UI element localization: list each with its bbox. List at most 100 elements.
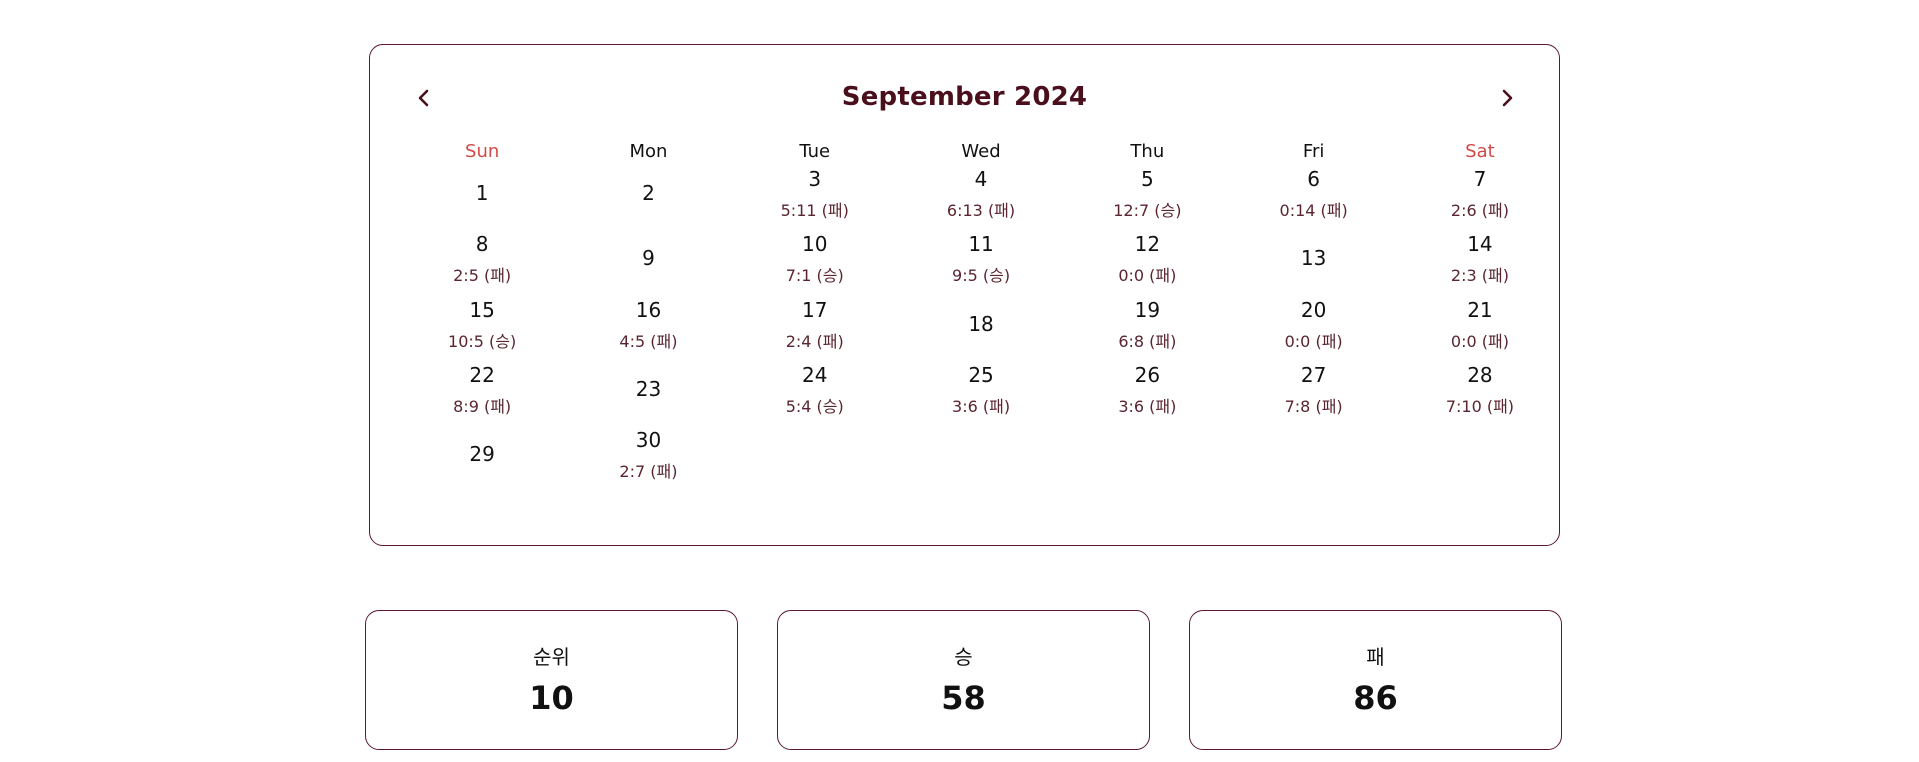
day-number: 17: [802, 297, 828, 322]
calendar-day-cell[interactable]: 2: [565, 161, 731, 226]
day-number: 18: [968, 311, 994, 336]
game-score: 6:8 (패): [1118, 331, 1177, 351]
day-number: 1: [475, 181, 489, 205]
calendar-day-cell[interactable]: 23: [565, 357, 731, 422]
day-number: 8: [475, 232, 489, 257]
game-score: 12:7 (승): [1113, 201, 1182, 220]
day-number: 14: [1467, 232, 1493, 257]
game-score: 10:5 (승): [448, 331, 517, 351]
calendar-day-cell[interactable]: 30 2:7 (패): [565, 422, 731, 487]
day-number: 15: [469, 297, 495, 322]
day-number: 3: [808, 167, 822, 191]
month-title: September 2024: [841, 82, 1088, 112]
game-score: 3:6 (패): [952, 396, 1011, 416]
weekday-wed: Wed: [961, 141, 1001, 162]
day-number: 9: [642, 246, 655, 271]
day-number: 27: [1300, 362, 1327, 387]
game-score: 5:11 (패): [780, 201, 849, 220]
calendar-day-cell[interactable]: 13: [1230, 226, 1396, 291]
day-number: 6: [1307, 167, 1320, 191]
day-number: 16: [635, 297, 662, 322]
calendar-day-cell[interactable]: 21 0:0 (패): [1397, 292, 1563, 357]
day-number: 29: [469, 442, 495, 467]
day-number: 24: [802, 362, 828, 387]
calendar-day-cell[interactable]: 6 0:14 (패): [1230, 161, 1396, 226]
game-score: 3:6 (패): [1118, 396, 1177, 416]
wins-label: 승: [954, 645, 973, 669]
chevron-right-icon: [1492, 83, 1522, 113]
calendar-day-cell[interactable]: 26 3:6 (패): [1064, 357, 1230, 422]
game-score: 2:4 (패): [785, 331, 844, 351]
day-number: 25: [968, 362, 994, 387]
day-number: 30: [635, 428, 662, 453]
calendar-day-cell[interactable]: 14 2:3 (패): [1397, 226, 1563, 291]
next-month-button[interactable]: [1492, 83, 1522, 113]
game-score: 7:1 (승): [785, 266, 844, 286]
game-score: 4:5 (패): [619, 331, 678, 351]
day-number: 23: [635, 376, 662, 401]
day-number: 11: [968, 232, 994, 257]
game-score: 5:4 (승): [785, 396, 844, 416]
rank-value: 10: [529, 679, 574, 717]
day-number: 19: [1134, 297, 1161, 322]
losses-label: 패: [1366, 645, 1385, 669]
weekday-fri: Fri: [1302, 141, 1325, 162]
calendar-day-cell[interactable]: 5 12:7 (승): [1064, 161, 1230, 226]
game-score: 0:0 (패): [1118, 266, 1177, 286]
calendar-day-cell[interactable]: 10 7:1 (승): [732, 226, 898, 291]
calendar-day-cell[interactable]: 4 6:13 (패): [898, 161, 1064, 226]
day-number: 5: [1140, 167, 1154, 191]
calendar-header: September 2024: [370, 45, 1559, 135]
calendar-day-cell[interactable]: 8 2:5 (패): [399, 226, 565, 291]
game-score: 6:13 (패): [946, 201, 1016, 220]
calendar-day-cell[interactable]: 28 7:10 (패): [1397, 357, 1563, 422]
calendar-day-cell[interactable]: 17 2:4 (패): [732, 292, 898, 357]
wins-value: 58: [941, 679, 986, 717]
day-number: 7: [1473, 167, 1487, 191]
calendar-day-cell[interactable]: 18: [898, 292, 1064, 357]
calendar-day-cell[interactable]: 27 7:8 (패): [1230, 357, 1396, 422]
game-score: 8:9 (패): [453, 396, 512, 416]
calendar-day-cell[interactable]: 7 2:6 (패): [1397, 161, 1563, 226]
game-score: 0:14 (패): [1279, 201, 1348, 220]
losses-value: 86: [1353, 679, 1398, 717]
rank-label: 순위: [533, 645, 570, 669]
day-number: 4: [974, 167, 988, 191]
calendar-day-cell[interactable]: 9: [565, 226, 731, 291]
game-score: 0:0 (패): [1450, 331, 1509, 351]
day-number: 21: [1467, 297, 1493, 322]
game-score: 7:10 (패): [1445, 396, 1515, 416]
game-score: 2:5 (패): [453, 266, 512, 286]
weekday-header-row: Sun Mon Tue Wed Thu Fri Sat: [399, 141, 1563, 162]
calendar-day-cell[interactable]: 29: [399, 422, 565, 487]
day-number: 13: [1300, 246, 1327, 271]
day-number: 2: [642, 181, 655, 205]
weekday-thu: Thu: [1130, 141, 1165, 162]
calendar: September 2024 Sun Mon Tue Wed Thu Fri S…: [369, 44, 1560, 546]
day-number: 22: [469, 362, 495, 387]
game-score: 2:6 (패): [1450, 201, 1509, 220]
weekday-mon: Mon: [629, 141, 668, 162]
wins-card: 승 58: [777, 610, 1150, 750]
day-number: 26: [1134, 362, 1161, 387]
game-score: 2:7 (패): [619, 462, 678, 482]
calendar-day-grid: 1 2 3 5:11 (패) 4 6:13 (패) 5 12:7 (승) 6 0:14 (패) 7 2…: [399, 161, 1563, 487]
weekday-tue: Tue: [799, 141, 831, 162]
calendar-day-cell[interactable]: 20 0:0 (패): [1230, 292, 1396, 357]
game-score: 0:0 (패): [1284, 331, 1343, 351]
rank-card: 순위 10: [365, 610, 738, 750]
calendar-day-cell[interactable]: 3 5:11 (패): [732, 161, 898, 226]
calendar-day-cell[interactable]: 19 6:8 (패): [1064, 292, 1230, 357]
game-score: 9:5 (승): [952, 266, 1011, 286]
day-number: 10: [802, 232, 828, 257]
calendar-day-cell[interactable]: 11 9:5 (승): [898, 226, 1064, 291]
calendar-day-cell[interactable]: 25 3:6 (패): [898, 357, 1064, 422]
day-number: 28: [1467, 362, 1493, 387]
calendar-day-cell[interactable]: 16 4:5 (패): [565, 292, 731, 357]
calendar-day-cell[interactable]: 12 0:0 (패): [1064, 226, 1230, 291]
calendar-day-cell[interactable]: 15 10:5 (승): [399, 292, 565, 357]
day-number: 20: [1300, 297, 1327, 322]
calendar-day-cell[interactable]: 22 8:9 (패): [399, 357, 565, 422]
calendar-day-cell[interactable]: 1: [399, 161, 565, 226]
calendar-day-cell[interactable]: 24 5:4 (승): [732, 357, 898, 422]
